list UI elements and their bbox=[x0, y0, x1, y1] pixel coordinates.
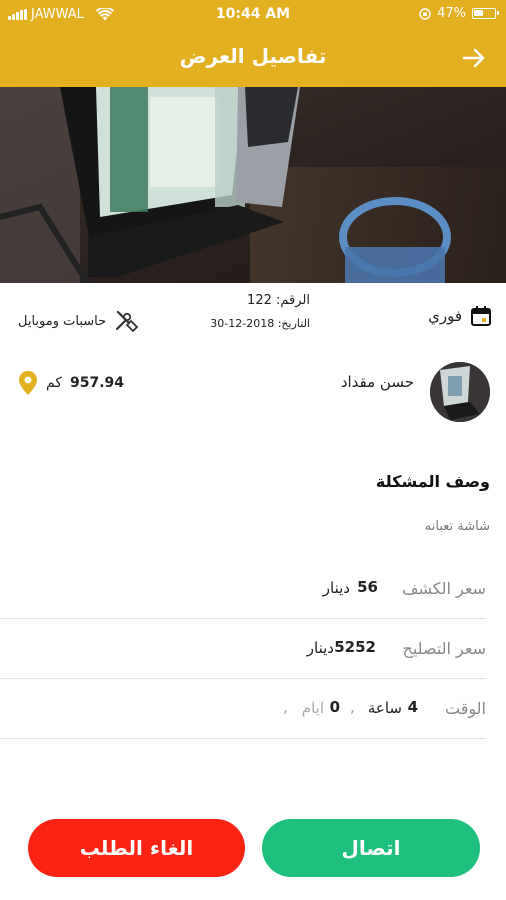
days-value: 0 bbox=[329, 698, 340, 716]
inspection-unit: دينار bbox=[322, 579, 350, 597]
urgency-label: فوري bbox=[428, 307, 462, 325]
call-button[interactable]: اتصال bbox=[262, 819, 480, 877]
battery-group: 47% bbox=[419, 6, 499, 21]
distance-unit: كم bbox=[46, 375, 62, 391]
distance: كم 957.94 bbox=[18, 370, 124, 396]
request-date: التاريخ: 2018-12-30 bbox=[210, 317, 310, 330]
category: حاسبات وموبايل bbox=[18, 309, 140, 333]
cancel-request-button[interactable]: الغاء الطلب bbox=[28, 819, 245, 877]
repair-value: 5252 bbox=[334, 638, 376, 656]
time-label: الوقت bbox=[445, 699, 486, 718]
orientation-lock-icon bbox=[419, 7, 431, 20]
time-separator-1: , bbox=[349, 697, 355, 716]
offer-info-row: فوري الرقم: 122 التاريخ: 2018-12-30 حاسب… bbox=[0, 283, 506, 351]
time-row: الوقت 4 ساعة , 0 ايام , bbox=[0, 679, 486, 739]
time-separator-2: , bbox=[282, 697, 288, 716]
location-pin-icon bbox=[19, 371, 37, 395]
urgency: فوري bbox=[428, 305, 492, 327]
problem-title: وصف المشكلة bbox=[375, 472, 490, 491]
battery-icon bbox=[472, 8, 499, 19]
app-header: JAWWAL 10:44 AM 47% تفاصيل العرض bbox=[0, 0, 506, 87]
avatar-photo bbox=[430, 362, 490, 422]
days-unit: ايام bbox=[301, 699, 324, 717]
status-bar: JAWWAL 10:44 AM 47% bbox=[0, 0, 506, 28]
arrow-right-icon[interactable] bbox=[460, 44, 488, 72]
provider-name: حسن مقداد bbox=[340, 373, 414, 391]
avatar[interactable] bbox=[430, 362, 490, 422]
repair-tools-icon bbox=[116, 310, 139, 333]
laptop-photo bbox=[0, 87, 506, 283]
distance-value: 957.94 bbox=[69, 375, 125, 391]
inspection-label: سعر الكشف bbox=[401, 579, 486, 598]
category-label: حاسبات وموبايل bbox=[18, 313, 107, 329]
page-title: تفاصيل العرض bbox=[179, 44, 327, 68]
repair-label: سعر التصليح bbox=[402, 639, 486, 658]
provider-row: حسن مقداد كم 957.94 bbox=[0, 362, 506, 426]
repair-price-row: سعر التصليح 5252 دينار bbox=[0, 619, 486, 679]
inspection-value: 56 bbox=[357, 578, 378, 596]
battery-percent: 47% bbox=[437, 6, 466, 21]
request-ref: الرقم: 122 التاريخ: 2018-12-30 bbox=[200, 293, 310, 330]
calendar-icon bbox=[471, 306, 491, 326]
request-number: الرقم: 122 bbox=[247, 293, 310, 308]
inspection-price-row: سعر الكشف 56 دينار bbox=[0, 559, 486, 619]
offer-photo bbox=[0, 87, 506, 283]
hours-unit: ساعة bbox=[367, 699, 402, 717]
hours-value: 4 bbox=[407, 698, 418, 716]
problem-description: شاشة تعبانه bbox=[424, 519, 490, 534]
repair-unit: دينار bbox=[306, 639, 334, 657]
